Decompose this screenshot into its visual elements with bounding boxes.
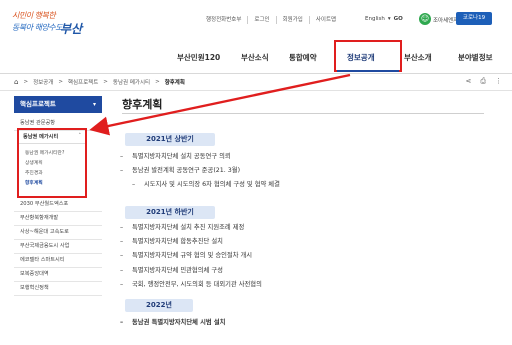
busan-logo[interactable]: 시민이 행복한 동북아 해양수도 부산 [12, 10, 102, 44]
chevron-down-icon: ▾ [387, 16, 391, 22]
nav-item-about[interactable]: 부산소개 [404, 52, 432, 63]
sidebar-item[interactable]: 보복중앙대역 [14, 268, 102, 282]
nav-item-civil[interactable]: 부산민원120 [177, 52, 220, 63]
logo-line1: 시민이 행복한 [12, 11, 56, 20]
main-content: 향후계획 [122, 96, 482, 112]
list-item: – 동남권 발전계획 공동연구 준공(21. 3월) [120, 167, 241, 175]
breadcrumb-item-projects[interactable]: 핵심프로젝트 [68, 78, 98, 86]
page-tools: ⋖ ⎙ ⋮ [466, 77, 502, 86]
section-list: – 동남권 특별지방자치단체 시범 설치 [120, 316, 225, 330]
breadcrumb-sep: > [58, 79, 63, 85]
page-title: 향후계획 [122, 98, 163, 111]
sidebar-item[interactable]: 사상~해운대 고속도로 [14, 226, 102, 240]
sidebar: 핵심프로젝트 ▾ 동남권 관문공항 [14, 96, 102, 131]
logo-name: 부산 [60, 22, 83, 36]
breadcrumb-item-megacity[interactable]: 동남권 메가시티 [113, 78, 150, 86]
nav-active-indicator [337, 70, 399, 72]
nav-divider [0, 73, 512, 74]
sidebar-item[interactable]: 보행혁신정책 [14, 282, 102, 296]
breadcrumb: ⌂ > 정보공개 > 핵심프로젝트 > 동남권 메가시티 > 향후계획 [14, 78, 185, 86]
list-item: – 특별지방자치단체 설치 공동연구 의뢰 [120, 153, 231, 160]
language-select[interactable]: English ▾ GO [365, 13, 411, 25]
section-heading: 2022년 [125, 299, 193, 312]
more-icon[interactable]: ⋮ [495, 77, 502, 86]
breadcrumb-current: 향후계획 [164, 80, 185, 86]
section-heading: 2021년 하반기 [125, 206, 215, 219]
sidebar-subitem[interactable]: 추진경과 [19, 167, 85, 177]
nav-item-news[interactable]: 부산소식 [241, 52, 269, 63]
breadcrumb-sep: > [155, 79, 160, 85]
utility-link-phonebook[interactable]: 행정전화번호부 [200, 16, 247, 24]
language-go-button[interactable]: GO [394, 16, 403, 22]
sidebar-item[interactable]: 2030 부산월드엑스포 [14, 198, 102, 212]
sidebar-item[interactable]: 부산국제금융도시 사업 [14, 240, 102, 254]
nav-item-fields[interactable]: 분야별정보 [458, 52, 493, 63]
nav-highlight-box [334, 40, 402, 72]
section-list: – 특별지방자치단체 설치 공동연구 의뢰 – 동남권 발전계획 공동연구 준공(2… [120, 150, 280, 193]
sidebar-subitem[interactable]: 동남권 메가시티란? [19, 147, 85, 157]
sidebar-section-label: 동남권 메가시티 [23, 134, 59, 140]
sidebar-item[interactable]: 에코델타 스마트시티 [14, 254, 102, 268]
section-heading: 2021년 상반기 [125, 133, 215, 146]
list-item: – 특별지방자치단체 규약 협의 및 승인절차 개시 [120, 252, 253, 260]
sidebar-item[interactable]: 부산항북항재개발 [14, 212, 102, 226]
language-label: English [365, 16, 385, 22]
section-list: – 특별지방자치단체 설치 추진 지원조례 제정 – 특별지방자치단체 합동추진단 … [120, 221, 262, 292]
nav-item-reservation[interactable]: 통합예약 [289, 52, 317, 63]
chevron-down-icon: ▾ [92, 101, 96, 108]
sidebar-section-title[interactable]: 동남권 메가시티 ˄ [19, 130, 85, 144]
list-item: – 특별지방자치단체 민관협의체 구성 [120, 266, 223, 274]
sidebar-header-label: 핵심프로젝트 [20, 100, 56, 108]
list-item: – 시도지사 및 시도의장 6자 협의체 구성 및 협약 체결 [132, 181, 280, 189]
title-divider [122, 113, 484, 114]
sidebar-subitem[interactable]: 상생계획 [19, 157, 85, 167]
sidebar-header[interactable]: 핵심프로젝트 ▾ [14, 96, 102, 113]
utility-link-join[interactable]: 회원가입 [275, 16, 309, 24]
logo-line2: 동북아 해양수도 [12, 23, 63, 32]
list-item: – 특별지방자치단체 설치 추진 지원조례 제정 [120, 224, 245, 231]
list-item: – 동남권 특별지방자치단체 시범 설치 [120, 319, 226, 326]
utility-links: 행정전화번호부 로그인 회원가입 사이트맵 [200, 16, 342, 24]
sidebar-subitem-active[interactable]: 향후계획 [19, 177, 85, 187]
main-nav: 부산민원120 부산소식 통합예약 정보공개 부산소개 분야별정보 [0, 52, 512, 66]
list-item: – 국회, 행정안전부, 시도의회 등 대외기관 사전협의 [120, 280, 262, 288]
covid-button[interactable]: 코로나19 [456, 12, 492, 25]
chevron-up-icon: ˄ [78, 133, 82, 139]
print-icon[interactable]: ⎙ [480, 77, 486, 86]
home-icon[interactable]: ⌂ [14, 78, 18, 86]
breadcrumb-sep: > [23, 79, 29, 85]
share-icon[interactable]: ⋖ [466, 77, 472, 86]
sidebar-lower-list: 2030 부산월드엑스포 부산항북항재개발 사상~해운대 고속도로 부산국제금융… [14, 198, 102, 296]
utility-link-login[interactable]: 로그인 [247, 16, 275, 24]
utility-link-sitemap[interactable]: 사이트맵 [308, 16, 342, 24]
breadcrumb-sep: > [103, 79, 108, 85]
breadcrumb-divider [0, 90, 512, 91]
smile-icon: ☺ [419, 13, 431, 25]
sidebar-submenu: 동남권 메가시티란? 상생계획 추진경과 향후계획 [19, 144, 85, 187]
breadcrumb-item-info[interactable]: 정보공개 [33, 78, 53, 86]
sidebar-section-megacity: 동남권 메가시티 ˄ 동남권 메가시티란? 상생계획 추진경과 향후계획 [17, 128, 87, 198]
list-item: – 특별지방자치단체 합동추진단 설치 [120, 238, 223, 246]
